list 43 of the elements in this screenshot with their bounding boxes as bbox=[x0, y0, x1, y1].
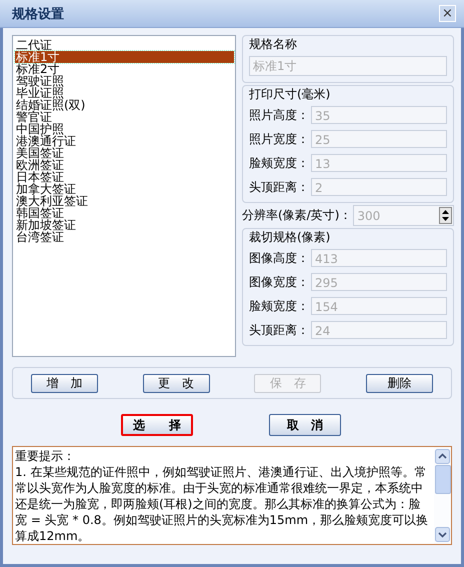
field-label: 头顶距离： bbox=[249, 322, 309, 338]
dialog-button[interactable]: 取 消 bbox=[269, 414, 341, 436]
list-item[interactable]: 中国护照 bbox=[15, 123, 234, 135]
list-item[interactable]: 美国签证 bbox=[15, 147, 234, 159]
list-item[interactable]: 澳大利亚签证 bbox=[15, 195, 234, 207]
field-label: 头顶距离： bbox=[249, 178, 309, 196]
group-title: 打印尺寸(毫米) bbox=[249, 86, 330, 102]
field-label: 图像高度： bbox=[249, 250, 309, 266]
list-item[interactable]: 日本签证 bbox=[15, 171, 234, 183]
list-item[interactable]: 标准2寸 bbox=[15, 63, 234, 75]
list-item[interactable]: 韩国签证 bbox=[15, 207, 234, 219]
scroll-up-icon[interactable] bbox=[435, 449, 450, 464]
field-label: 照片宽度： bbox=[249, 130, 309, 148]
scroll-down-icon[interactable] bbox=[435, 527, 450, 542]
scroll-thumb[interactable] bbox=[434, 465, 450, 494]
action-button[interactable]: 删除 bbox=[366, 374, 433, 392]
action-button[interactable]: 增 加 bbox=[31, 374, 98, 392]
list-item[interactable]: 警官证 bbox=[15, 111, 234, 123]
list-item[interactable]: 毕业证照 bbox=[15, 87, 234, 99]
list-item[interactable]: 加拿大签证 bbox=[15, 183, 234, 195]
list-item[interactable]: 结婚证照(双) bbox=[15, 99, 234, 111]
list-item[interactable]: 欧洲签证 bbox=[15, 159, 234, 171]
notes-heading: 重要提示： bbox=[15, 448, 76, 464]
window-title: 规格设置 bbox=[12, 6, 64, 22]
field-label: 脸颊宽度： bbox=[249, 154, 309, 172]
field-label: 分辨率(像素/英寸)： bbox=[242, 207, 352, 224]
notes-text: 1. 在某些规范的证件照中，例如驾驶证照片、港澳通行证、出入境护照等。常常以头宽作为人脸宽度的标准。由于头宽的标准通常很难统一界定，本系统中还是统一为脸宽，即两脸颊(耳根)之间的宽度。那么其标准的换算公式为：脸宽 = 头宽 * 0.8。例如驾驶证照片的头宽标准为15mm，那么脸颊宽度可以换算成12mm。 bbox=[15, 464, 430, 544]
field-label: 照片高度： bbox=[249, 106, 309, 124]
close-button[interactable]: × bbox=[439, 5, 456, 22]
action-button[interactable]: 更 改 bbox=[142, 374, 210, 392]
field-label: 图像宽度： bbox=[249, 274, 309, 290]
spec-list[interactable]: 二代证 标准1寸 标准2寸 驾驶证照 毕业证照 结婚证照(双) 警官证 中国护照 港澳通行证 美国签证 欧洲签证 日本签证 加拿大签证 澳大利亚签证 韩国签证 新加坡签证 台湾签证 bbox=[12, 35, 236, 357]
list-item[interactable]: 标准1寸 bbox=[15, 51, 234, 63]
group-title: 规格名称 bbox=[249, 36, 297, 52]
list-item[interactable]: 台湾签证 bbox=[15, 231, 234, 243]
list-item[interactable]: 港澳通行证 bbox=[15, 135, 234, 147]
dialog-button[interactable]: 选 择 bbox=[121, 414, 193, 436]
field-label: 脸颊宽度： bbox=[249, 298, 309, 314]
list-item[interactable]: 二代证 bbox=[15, 39, 234, 51]
group-title: 裁切规格(像素) bbox=[249, 229, 330, 245]
scroll-bar[interactable] bbox=[434, 447, 451, 544]
list-item[interactable]: 新加坡签证 bbox=[15, 219, 234, 231]
list-item[interactable]: 驾驶证照 bbox=[15, 75, 234, 87]
